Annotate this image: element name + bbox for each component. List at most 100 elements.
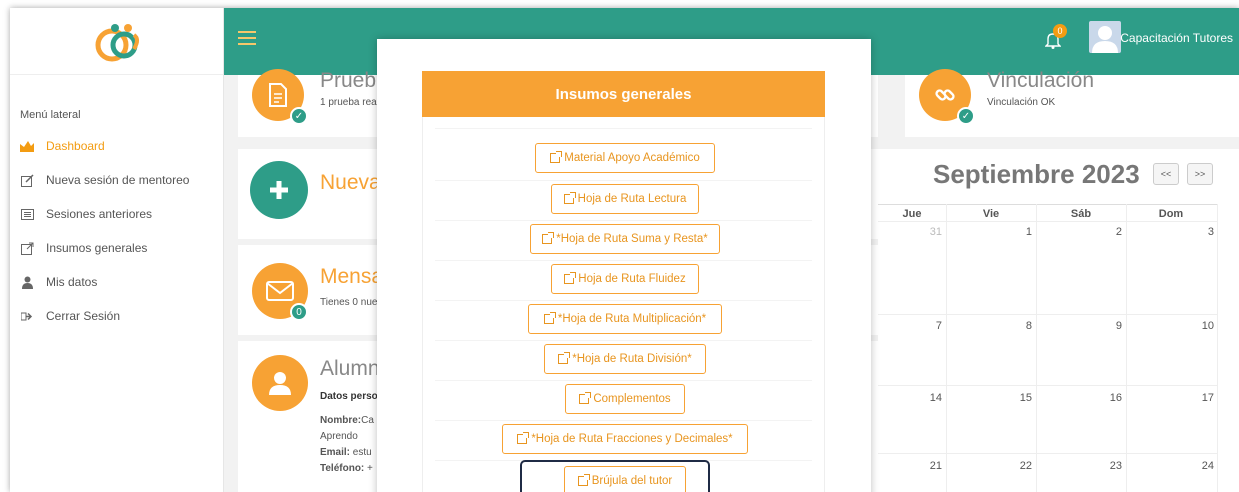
section-title: Datos perso xyxy=(320,391,378,402)
calendar-day[interactable]: 21 xyxy=(878,460,942,472)
calendar-header-jue: Jue xyxy=(902,208,922,220)
nombre-line2: Aprendo xyxy=(320,431,358,442)
external-link-icon xyxy=(579,392,592,404)
brujula-tutor-button[interactable]: Brújula del tutor xyxy=(564,466,686,492)
external-link-icon xyxy=(550,151,563,163)
calendar-day[interactable]: 24 xyxy=(1126,460,1214,472)
button-label: Hoja de Ruta Fluidez xyxy=(578,273,686,285)
user-icon xyxy=(252,355,308,411)
calendar-title: Septiembre 2023 xyxy=(933,159,1140,189)
calendar-day[interactable]: 1 xyxy=(946,226,1032,238)
check-icon: ✓ xyxy=(290,107,308,125)
sidebar-item-nueva-sesion[interactable]: Nueva sesión de mentoreo xyxy=(10,163,223,197)
button-label: Brújula del tutor xyxy=(591,475,673,487)
button-label: *Hoja de Ruta Fracciones y Decimales* xyxy=(531,433,733,445)
nombre-value: Ca xyxy=(361,415,374,426)
card-subtitle: 1 prueba rea xyxy=(320,97,377,108)
calendar-header-vie: Vie xyxy=(982,208,1000,220)
sidebar-item-label: Nueva sesión de mentoreo xyxy=(46,173,190,187)
card-title: Nueva xyxy=(320,171,381,194)
external-link-icon xyxy=(543,312,556,324)
telefono-value: + xyxy=(367,463,373,474)
calendar-day[interactable]: 15 xyxy=(946,392,1032,404)
sidebar-item-label: Dashboard xyxy=(46,139,105,153)
button-label: Hoja de Ruta Lectura xyxy=(577,193,687,205)
button-label: Complementos xyxy=(593,393,671,405)
logo-icon xyxy=(95,24,139,62)
sidebar-item-mis-datos[interactable]: Mis datos xyxy=(10,265,223,299)
sidebar-item-insumos-generales[interactable]: Insumos generales xyxy=(10,231,223,265)
external-link-icon xyxy=(558,352,571,364)
sidebar-item-label: Cerrar Sesión xyxy=(46,309,121,323)
user-icon xyxy=(20,275,34,289)
email-value: estu xyxy=(352,447,372,458)
modal-body: Material Apoyo Académico Hoja de Ruta Le… xyxy=(422,117,825,492)
button-label: *Hoja de Ruta División* xyxy=(572,353,692,365)
email-row: Email: estu xyxy=(320,447,372,458)
telefono-label: Teléfono: xyxy=(320,463,365,474)
calendar-day[interactable]: 23 xyxy=(1036,460,1122,472)
calendar-header-sab: Sáb xyxy=(1070,208,1092,220)
calendar-day[interactable]: 17 xyxy=(1126,392,1214,404)
modal-title: Insumos generales xyxy=(422,71,825,117)
calendar-day[interactable]: 22 xyxy=(946,460,1032,472)
hoja-ruta-fracciones-decimales-button[interactable]: *Hoja de Ruta Fracciones y Decimales* xyxy=(502,424,748,454)
hoja-ruta-lectura-button[interactable]: Hoja de Ruta Lectura xyxy=(551,184,699,214)
external-link-icon xyxy=(20,241,34,255)
nombre-row: Nombre:Ca xyxy=(320,415,374,426)
chart-area-icon xyxy=(20,139,34,153)
plus-icon xyxy=(250,161,308,219)
sidebar-item-sesiones-anteriores[interactable]: Sesiones anteriores xyxy=(10,197,223,231)
external-link-icon xyxy=(564,272,577,284)
button-label: *Hoja de Ruta Multiplicación* xyxy=(557,313,707,325)
calendar: Septiembre 2023 << >> Jue Vie Sáb Dom 31… xyxy=(878,149,1239,492)
calendar-next-button[interactable]: >> xyxy=(1187,163,1213,185)
list-icon xyxy=(20,207,34,221)
edit-icon xyxy=(20,173,34,187)
hoja-ruta-suma-resta-button[interactable]: *Hoja de Ruta Suma y Resta* xyxy=(530,224,720,254)
calendar-day[interactable]: 7 xyxy=(878,320,942,332)
external-link-icon xyxy=(577,474,590,486)
card-title: Vinculación xyxy=(987,69,1095,92)
sidebar-item-cerrar-sesion[interactable]: Cerrar Sesión xyxy=(10,299,223,333)
menu-title: Menú lateral xyxy=(20,109,81,121)
calendar-day[interactable]: 16 xyxy=(1036,392,1122,404)
calendar-day[interactable]: 8 xyxy=(946,320,1032,332)
card-vinculacion: ✓ Vinculación Vinculación OK xyxy=(905,69,1239,137)
email-label: Email: xyxy=(320,447,351,458)
notification-badge: 0 xyxy=(1053,24,1067,38)
calendar-day[interactable]: 3 xyxy=(1126,226,1214,238)
sign-out-icon xyxy=(20,309,34,323)
calendar-day[interactable]: 2 xyxy=(1036,226,1122,238)
button-label: *Hoja de Ruta Suma y Resta* xyxy=(556,233,708,245)
sidebar-item-label: Sesiones anteriores xyxy=(46,207,153,221)
external-link-icon xyxy=(542,232,555,244)
app-window: Menú lateral Dashboard Nueva sesión de m… xyxy=(10,8,1239,492)
complementos-button[interactable]: Complementos xyxy=(565,384,685,414)
message-count-badge: 0 xyxy=(290,303,308,321)
insumos-modal: Insumos generales Material Apoyo Académi… xyxy=(377,39,871,492)
check-icon: ✓ xyxy=(957,107,975,125)
sidebar-item-label: Mis datos xyxy=(46,275,98,289)
external-link-icon xyxy=(517,432,530,444)
external-link-icon xyxy=(563,192,576,204)
card-subtitle: Tienes 0 nue xyxy=(320,297,378,308)
logo[interactable] xyxy=(10,8,223,75)
calendar-prev-button[interactable]: << xyxy=(1153,163,1179,185)
calendar-day[interactable]: 31 xyxy=(878,226,942,238)
nombre-label: Nombre: xyxy=(320,415,362,426)
calendar-day[interactable]: 9 xyxy=(1036,320,1122,332)
avatar[interactable] xyxy=(1089,21,1121,53)
sidebar-item-dashboard[interactable]: Dashboard xyxy=(10,129,223,163)
hoja-ruta-fluidez-button[interactable]: Hoja de Ruta Fluidez xyxy=(551,264,699,294)
card-title: Alumn xyxy=(320,357,380,380)
hamburger-menu-icon[interactable] xyxy=(238,31,256,45)
calendar-day[interactable]: 10 xyxy=(1126,320,1214,332)
material-apoyo-button[interactable]: Material Apoyo Académico xyxy=(535,143,715,173)
calendar-day[interactable]: 14 xyxy=(878,392,942,404)
telefono-row: Teléfono: + xyxy=(320,463,373,474)
sidebar: Menú lateral Dashboard Nueva sesión de m… xyxy=(10,8,224,492)
user-name[interactable]: Capacitación Tutores xyxy=(1120,31,1233,45)
hoja-ruta-multiplicacion-button[interactable]: *Hoja de Ruta Multiplicación* xyxy=(528,304,722,334)
hoja-ruta-division-button[interactable]: *Hoja de Ruta División* xyxy=(544,344,706,374)
